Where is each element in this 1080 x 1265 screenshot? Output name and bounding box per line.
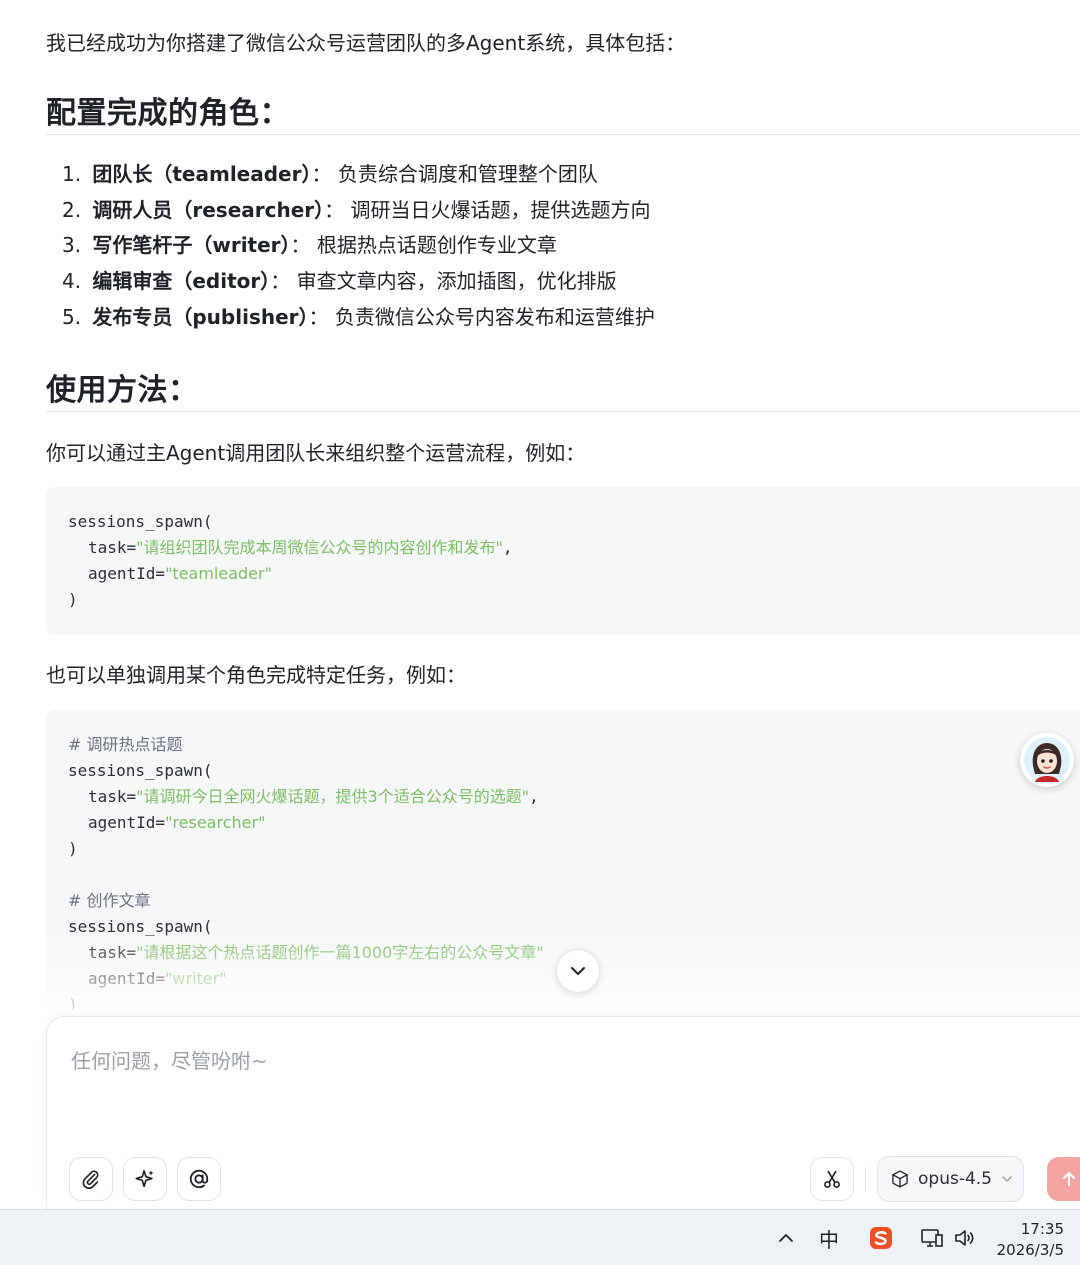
network-icon	[921, 1229, 943, 1247]
model-selector[interactable]: opus-4.5	[877, 1156, 1024, 1202]
speaker-icon	[955, 1230, 974, 1246]
code-line: sessions_spawn(	[68, 917, 213, 936]
chevron-up-icon	[779, 1234, 793, 1242]
list-item: 1. 团队长（teamleader）： 负责综合调度和管理整个团队	[62, 162, 598, 186]
code-line: )	[68, 839, 78, 858]
toolbar-divider	[865, 1167, 866, 1191]
network-button[interactable]	[915, 1210, 949, 1265]
list-item: 2. 调研人员（researcher）： 调研当日火爆话题，提供选题方向	[62, 197, 651, 222]
code-comment: # 创作文章	[68, 891, 151, 910]
code-comment: # 调研热点话题	[68, 735, 183, 754]
single-role-paragraph: 也可以单独调用某个角色完成特定任务，例如：	[46, 663, 466, 687]
message-composer: opus-4.5	[46, 1016, 1080, 1221]
sparkle-icon	[135, 1169, 154, 1188]
chevron-down-icon	[571, 967, 585, 975]
ime-indicator[interactable]: 中	[812, 1210, 846, 1265]
code-line: )	[68, 995, 78, 1010]
chevron-down-icon	[1002, 1176, 1012, 1182]
chat-transcript: 我已经成功为你搭建了微信公众号运营团队的多Agent系统，具体包括： 配置完成的…	[0, 0, 1080, 1010]
code-line: task="请调研今日全网火爆话题，提供3个适合公众号的选题",	[88, 787, 539, 806]
taskbar-clock[interactable]: 17:35 2026/3/5	[997, 1219, 1064, 1261]
heading-divider	[46, 134, 1080, 135]
intro-text: 我已经成功为你搭建了微信公众号运营团队的多Agent系统，具体包括：	[46, 31, 686, 55]
code-block-teamleader[interactable]: sessions_spawn( task="请组织团队完成本周微信公众号的内容创…	[46, 487, 1080, 635]
attach-button[interactable]	[69, 1157, 113, 1201]
roles-heading: 配置完成的角色：	[46, 96, 290, 131]
code-line: agentId="teamleader"	[88, 564, 272, 583]
paperclip-icon	[82, 1170, 99, 1190]
list-item: 5. 发布专员（publisher）： 负责微信公众号内容发布和运营维护	[62, 304, 655, 329]
list-item: 3. 写作笔杆子（writer）： 根据热点话题创作专业文章	[62, 233, 557, 258]
assistant-avatar[interactable]	[1020, 733, 1074, 787]
code-line: agentId="researcher"	[88, 813, 266, 832]
sogou-s-icon	[870, 1227, 892, 1249]
code-line: task="请组织团队完成本周微信公众号的内容创作和发布",	[88, 538, 513, 557]
at-icon	[189, 1169, 209, 1189]
windows-taskbar: 中 17:35 2026/3/5	[0, 1209, 1080, 1265]
screenshot-button[interactable]	[810, 1157, 854, 1201]
clock-date: 2026/3/5	[996, 1241, 1064, 1259]
volume-button[interactable]	[950, 1210, 978, 1265]
usage-paragraph: 你可以通过主Agent调用团队长来组织整个运营流程，例如：	[46, 441, 586, 465]
message-input[interactable]	[71, 1045, 971, 1135]
send-button[interactable]	[1047, 1157, 1080, 1201]
list-item: 4. 编辑审查（editor）： 审查文章内容，添加插图，优化排版	[62, 269, 617, 294]
code-line: sessions_spawn(	[68, 761, 213, 780]
skills-button[interactable]	[123, 1157, 167, 1201]
heading-divider	[46, 411, 1080, 412]
mention-button[interactable]	[177, 1157, 221, 1201]
show-hidden-icons-button[interactable]	[770, 1210, 802, 1265]
roles-list: 1. 团队长（teamleader）： 负责综合调度和管理整个团队 2. 调研人…	[62, 158, 655, 336]
usage-heading: 使用方法：	[46, 373, 199, 408]
arrow-up-icon	[1062, 1171, 1076, 1187]
cube-icon	[892, 1170, 908, 1188]
code-line: )	[68, 590, 78, 609]
sogou-input-button[interactable]	[864, 1210, 898, 1265]
scroll-to-bottom-button[interactable]	[556, 949, 600, 993]
scissors-icon	[824, 1170, 840, 1188]
code-line: sessions_spawn(	[68, 512, 213, 531]
avatar-girl-icon	[1024, 737, 1070, 783]
model-name: opus-4.5	[918, 1169, 992, 1189]
clock-time: 17:35	[1020, 1220, 1064, 1238]
